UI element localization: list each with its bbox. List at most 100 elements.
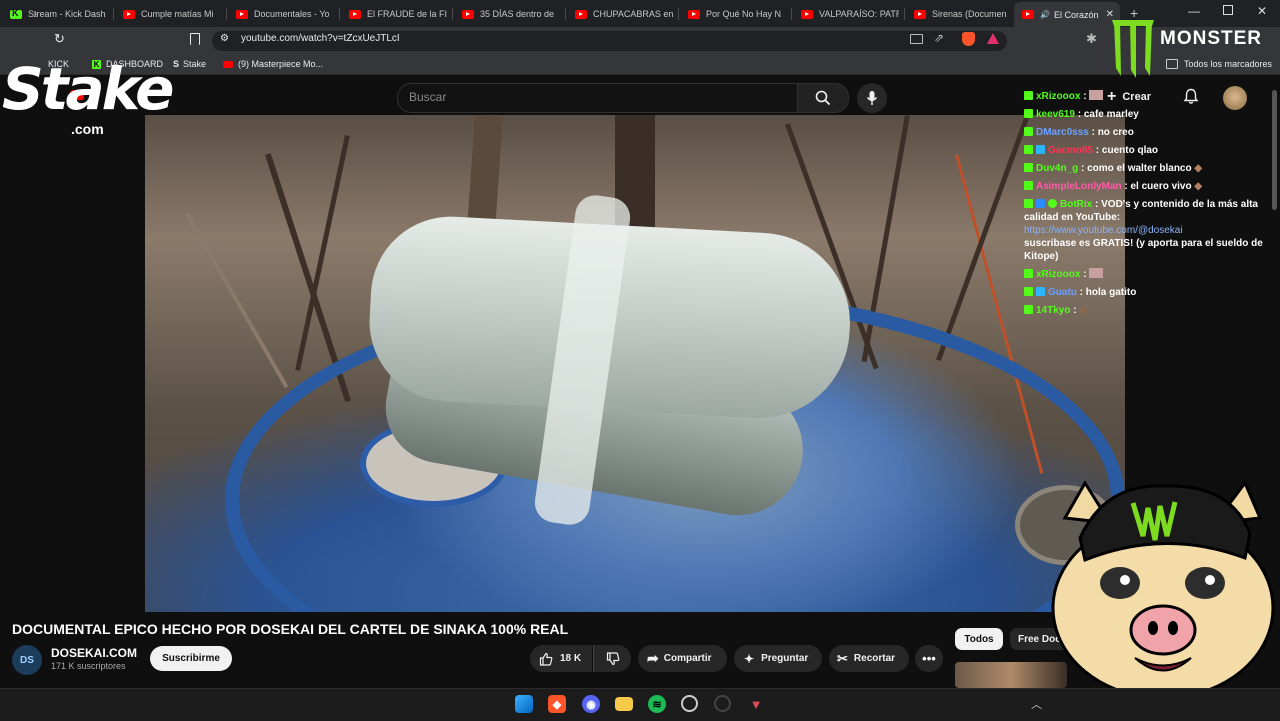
- channel-avatar[interactable]: DS: [12, 645, 42, 675]
- live-chat: xRizooox : keev619 : cafe marley DMarc0s…: [1024, 90, 1269, 322]
- chat-message: Gacmo85 : cuento qlao: [1024, 144, 1269, 157]
- filter-chip-all[interactable]: Todos: [955, 628, 1003, 650]
- reload-icon[interactable]: ↻: [54, 31, 65, 47]
- brave-shield-icon[interactable]: [962, 32, 975, 46]
- chat-message: xRizooox :: [1024, 90, 1269, 103]
- ask-button[interactable]: ✦ Preguntar: [734, 645, 822, 672]
- thumbs-down-icon: [606, 651, 619, 665]
- file-explorer-icon[interactable]: [615, 697, 633, 711]
- windows-taskbar: [0, 688, 1280, 721]
- cat-emote-icon: ◆: [1194, 181, 1203, 192]
- branch: [185, 213, 289, 389]
- windows-start-icon[interactable]: [515, 695, 533, 713]
- chat-message: keev619 : cafe marley: [1024, 108, 1269, 121]
- tab-cumple[interactable]: Cumple matías Mi: [113, 4, 221, 24]
- back-icon[interactable]: ‹: [10, 6, 14, 21]
- tab-kick-dashboard[interactable]: Stream - Kick Dash: [0, 4, 108, 24]
- chat-scrollbar[interactable]: [1272, 90, 1277, 210]
- cast-icon[interactable]: [910, 34, 923, 44]
- more-actions-button[interactable]: •••: [915, 645, 943, 672]
- kick-badge-icon: [1024, 269, 1033, 278]
- chat-message: AsimpleLonlyMan : el cuero vivo ◆: [1024, 180, 1269, 193]
- youtube-icon: [349, 9, 361, 19]
- kick-badge-icon: [1024, 109, 1033, 118]
- discord-icon[interactable]: ◉: [582, 695, 600, 713]
- spotify-icon[interactable]: ≋: [648, 695, 666, 713]
- kick-badge-icon: [1024, 199, 1033, 208]
- extensions-icon[interactable]: ✱: [1086, 31, 1097, 47]
- youtube-icon: [223, 60, 233, 68]
- youtube-icon: [123, 9, 135, 19]
- gift-badge-icon: [1036, 287, 1045, 296]
- brave-rewards-icon[interactable]: [987, 33, 999, 44]
- more-icon: •••: [922, 651, 936, 666]
- youtube-icon: [1022, 10, 1034, 19]
- kick-badge-icon: [1024, 287, 1033, 296]
- bookmark-icon[interactable]: [190, 33, 200, 45]
- chevron-up-icon[interactable]: ︿: [1031, 696, 1042, 712]
- chat-message: 14Tkyo : ◆: [1024, 304, 1269, 317]
- kick-badge-icon: [1024, 91, 1033, 100]
- kick-badge-icon: [1024, 163, 1033, 172]
- tab-chupacabras[interactable]: CHUPACABRAS en: [565, 4, 673, 24]
- url-text: youtube.com/watch?v=tZcxUeJTLcI: [241, 33, 400, 44]
- gift-badge-icon: [1036, 145, 1045, 154]
- chat-message: xRizooox :: [1024, 268, 1269, 281]
- cat-mascot-overlay: [1045, 478, 1280, 700]
- search-input[interactable]: [397, 83, 799, 113]
- youtube-icon: [462, 9, 474, 19]
- stake-logo: Stake: [2, 55, 174, 123]
- clip-button[interactable]: ✂ Recortar: [829, 645, 909, 672]
- monster-wordmark: MONSTER: [1160, 28, 1262, 49]
- like-button[interactable]: 18 K: [530, 645, 592, 672]
- folder-icon: [1166, 59, 1178, 69]
- tab-sirenas[interactable]: Sirenas (Documen: [904, 4, 1012, 24]
- tab-35-dias[interactable]: 35 DÍAS dentro de: [452, 4, 560, 24]
- subscribe-button[interactable]: Suscribirme: [150, 646, 232, 671]
- tab-fraude[interactable]: El FRAUDE de la FI: [339, 4, 447, 24]
- subscriber-count: 171 K suscriptores: [51, 661, 126, 671]
- kick-badge-icon: [1024, 127, 1033, 136]
- youtube-icon: [688, 9, 700, 19]
- tab-por-que[interactable]: Por Qué No Hay N: [678, 4, 786, 24]
- emote-icon: [1089, 90, 1104, 100]
- share-button[interactable]: ➦ Compartir: [638, 645, 727, 672]
- tab-documentales[interactable]: Documentales - Yo: [226, 4, 334, 24]
- maximize-icon[interactable]: [1223, 5, 1233, 15]
- cat-emote-icon: ◆: [1079, 305, 1088, 316]
- chat-message-bot: BotRix : VOD's y contenido de la más alt…: [1024, 199, 1263, 262]
- obs-icon[interactable]: [714, 695, 731, 712]
- chat-message: Duv4n_g : como el walter blanco ◆: [1024, 162, 1269, 175]
- channel-name[interactable]: DOSEKAI.COM: [51, 646, 137, 660]
- search-button[interactable]: [797, 83, 849, 113]
- bookmark-stake[interactable]: S Stake: [173, 59, 206, 69]
- youtube-icon: [914, 9, 926, 19]
- search-placeholder: Buscar: [409, 90, 447, 104]
- monster-claw-icon: [1108, 18, 1158, 80]
- dislike-button[interactable]: [593, 645, 631, 672]
- forward-icon[interactable]: ›: [33, 6, 37, 21]
- search-icon: [815, 90, 831, 106]
- tab-valparaiso[interactable]: VALPARAÍSO: PATR: [791, 4, 899, 24]
- youtube-icon: [801, 9, 813, 19]
- microphone-icon: [866, 91, 878, 105]
- video-player[interactable]: [145, 115, 1125, 612]
- bookmark-masterpiece[interactable]: (9) Masterpiece Mo...: [223, 59, 323, 69]
- all-bookmarks[interactable]: Todos los marcadores: [1166, 59, 1272, 69]
- brave-browser-icon[interactable]: ◆: [548, 695, 566, 713]
- steam-icon[interactable]: [681, 695, 698, 712]
- tab-el-corazon[interactable]: 🔊 El Corazón ✕: [1014, 2, 1120, 27]
- window-close-icon[interactable]: ✕: [1257, 4, 1267, 18]
- minimize-icon[interactable]: —: [1188, 4, 1200, 18]
- app-icon[interactable]: ▼: [747, 695, 765, 713]
- youtube-icon: [575, 9, 587, 19]
- share-page-icon[interactable]: ⇗: [934, 31, 944, 45]
- site-info-icon[interactable]: ⚙: [220, 33, 229, 44]
- voice-search-button[interactable]: [857, 83, 887, 113]
- scissors-icon: ✂: [837, 650, 848, 666]
- video-title: DOCUMENTAL EPICO HECHO POR DOSEKAI DEL C…: [12, 621, 569, 637]
- emote-icon: [1089, 268, 1104, 278]
- stake-com-label: .com: [71, 121, 104, 137]
- chat-link[interactable]: https://www.youtube.com/@dosekai: [1024, 225, 1183, 236]
- kick-badge-icon: [1024, 305, 1033, 314]
